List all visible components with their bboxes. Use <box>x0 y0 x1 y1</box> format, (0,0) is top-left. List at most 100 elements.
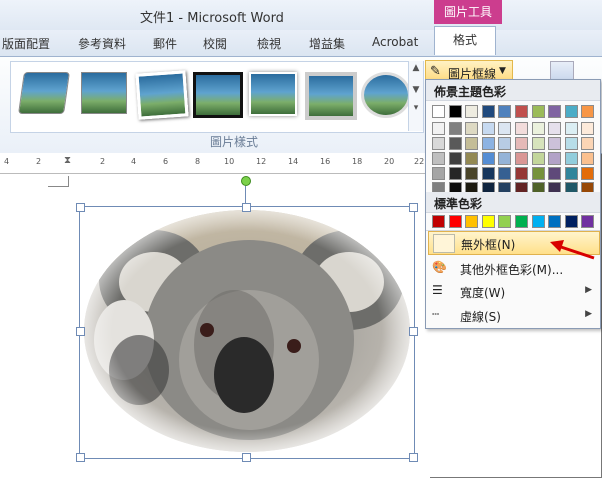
color-swatch[interactable] <box>564 105 578 118</box>
color-swatch[interactable] <box>581 152 595 165</box>
gallery-scroll[interactable]: ▲ ▼ ▾ <box>408 61 423 131</box>
color-swatch[interactable] <box>548 105 562 118</box>
color-swatch[interactable] <box>515 137 528 150</box>
color-swatch[interactable] <box>432 167 445 180</box>
color-swatch[interactable] <box>448 152 462 165</box>
indent-marker-icon[interactable]: ⧗ <box>64 155 71 166</box>
color-swatch[interactable] <box>581 105 595 118</box>
resize-handle-bottom[interactable] <box>242 453 251 462</box>
picture-style-option[interactable] <box>361 72 411 118</box>
color-swatch[interactable] <box>498 167 512 180</box>
picture-styles-gallery[interactable] <box>10 61 424 133</box>
tab-format[interactable]: 格式 <box>434 26 496 55</box>
color-swatch[interactable] <box>481 152 495 165</box>
ruler-tick: 12 <box>256 157 267 166</box>
color-swatch[interactable] <box>564 167 578 180</box>
color-swatch[interactable] <box>531 167 545 180</box>
color-swatch[interactable] <box>548 122 562 135</box>
dash-icon: ┄ <box>432 307 440 321</box>
weight-item[interactable]: ☰ 寬度(W) ▶ <box>428 280 598 302</box>
color-swatch[interactable] <box>498 137 512 150</box>
color-swatch[interactable] <box>448 215 462 228</box>
color-swatch[interactable] <box>515 215 528 228</box>
picture-style-option[interactable] <box>18 72 70 114</box>
tab-mailings[interactable]: 郵件 <box>153 35 177 52</box>
color-swatch[interactable] <box>448 122 462 135</box>
color-swatch[interactable] <box>581 122 595 135</box>
resize-handle-top[interactable] <box>242 203 251 212</box>
color-swatch[interactable] <box>481 215 495 228</box>
gallery-scroll-up-icon[interactable]: ▲ <box>409 63 423 73</box>
red-pointer-arrow-icon <box>550 240 595 260</box>
dashes-item[interactable]: ┄ 虛線(S) ▶ <box>428 304 598 326</box>
color-swatch[interactable] <box>465 105 479 118</box>
resize-handle-bottom-left[interactable] <box>76 453 85 462</box>
picture-style-option[interactable] <box>305 72 357 120</box>
resize-handle-top-left[interactable] <box>76 203 85 212</box>
theme-colors-header: 佈景主題色彩 <box>426 80 600 101</box>
no-outline-swatch-icon <box>433 234 455 253</box>
tab-view[interactable]: 檢視 <box>257 35 281 52</box>
color-swatch[interactable] <box>531 122 545 135</box>
color-swatch[interactable] <box>465 152 479 165</box>
resize-handle-bottom-right[interactable] <box>409 453 418 462</box>
color-swatch[interactable] <box>564 122 578 135</box>
submenu-arrow-icon: ▶ <box>585 285 592 295</box>
gallery-scroll-down-icon[interactable]: ▼ <box>409 85 423 95</box>
color-swatch[interactable] <box>515 167 528 180</box>
color-swatch[interactable] <box>465 137 479 150</box>
gallery-more-icon[interactable]: ▾ <box>409 103 423 113</box>
color-swatch[interactable] <box>481 137 495 150</box>
color-swatch[interactable] <box>481 167 495 180</box>
picture-style-option[interactable] <box>193 72 243 118</box>
color-swatch[interactable] <box>581 167 595 180</box>
color-swatch[interactable] <box>448 137 462 150</box>
color-swatch[interactable] <box>548 215 562 228</box>
picture-style-option[interactable] <box>249 72 297 116</box>
horizontal-ruler[interactable]: 4 2 2 4 6 8 10 12 14 16 18 20 22 ⧗ <box>0 153 430 174</box>
color-swatch[interactable] <box>481 105 495 118</box>
tab-acrobat[interactable]: Acrobat <box>372 35 418 49</box>
color-swatch[interactable] <box>498 105 512 118</box>
color-swatch[interactable] <box>564 137 578 150</box>
resize-handle-top-right[interactable] <box>409 203 418 212</box>
color-swatch[interactable] <box>515 105 528 118</box>
color-swatch[interactable] <box>465 122 479 135</box>
color-swatch[interactable] <box>432 122 445 135</box>
color-swatch[interactable] <box>548 167 562 180</box>
color-swatch[interactable] <box>465 167 479 180</box>
color-swatch[interactable] <box>581 137 595 150</box>
resize-handle-left[interactable] <box>76 327 85 336</box>
color-swatch[interactable] <box>531 105 545 118</box>
rotation-handle[interactable] <box>241 176 251 186</box>
color-swatch[interactable] <box>564 215 578 228</box>
tab-addins[interactable]: 增益集 <box>309 35 345 52</box>
color-swatch[interactable] <box>498 215 512 228</box>
color-swatch[interactable] <box>465 215 479 228</box>
color-swatch[interactable] <box>515 122 528 135</box>
tab-references[interactable]: 參考資料 <box>78 35 126 52</box>
color-swatch[interactable] <box>564 152 578 165</box>
tab-page-layout[interactable]: 版面配置 <box>2 35 50 52</box>
color-swatch[interactable] <box>481 122 495 135</box>
picture-style-option[interactable] <box>135 70 189 120</box>
color-swatch[interactable] <box>531 215 545 228</box>
color-swatch[interactable] <box>531 152 545 165</box>
color-swatch[interactable] <box>432 215 445 228</box>
picture-style-option[interactable] <box>81 72 127 114</box>
color-swatch[interactable] <box>515 152 528 165</box>
color-swatch[interactable] <box>531 137 545 150</box>
tab-review[interactable]: 校閱 <box>203 35 227 52</box>
color-swatch[interactable] <box>548 152 562 165</box>
resize-handle-right[interactable] <box>409 327 418 336</box>
color-swatch[interactable] <box>432 152 445 165</box>
color-swatch[interactable] <box>448 105 462 118</box>
color-swatch[interactable] <box>498 152 512 165</box>
color-swatch[interactable] <box>432 137 445 150</box>
color-swatch[interactable] <box>432 105 445 118</box>
color-swatch[interactable] <box>548 137 562 150</box>
color-swatch[interactable] <box>448 167 462 180</box>
picture-styles-group-label: 圖片樣式 <box>210 135 259 149</box>
color-swatch[interactable] <box>498 122 512 135</box>
color-swatch[interactable] <box>581 215 595 228</box>
